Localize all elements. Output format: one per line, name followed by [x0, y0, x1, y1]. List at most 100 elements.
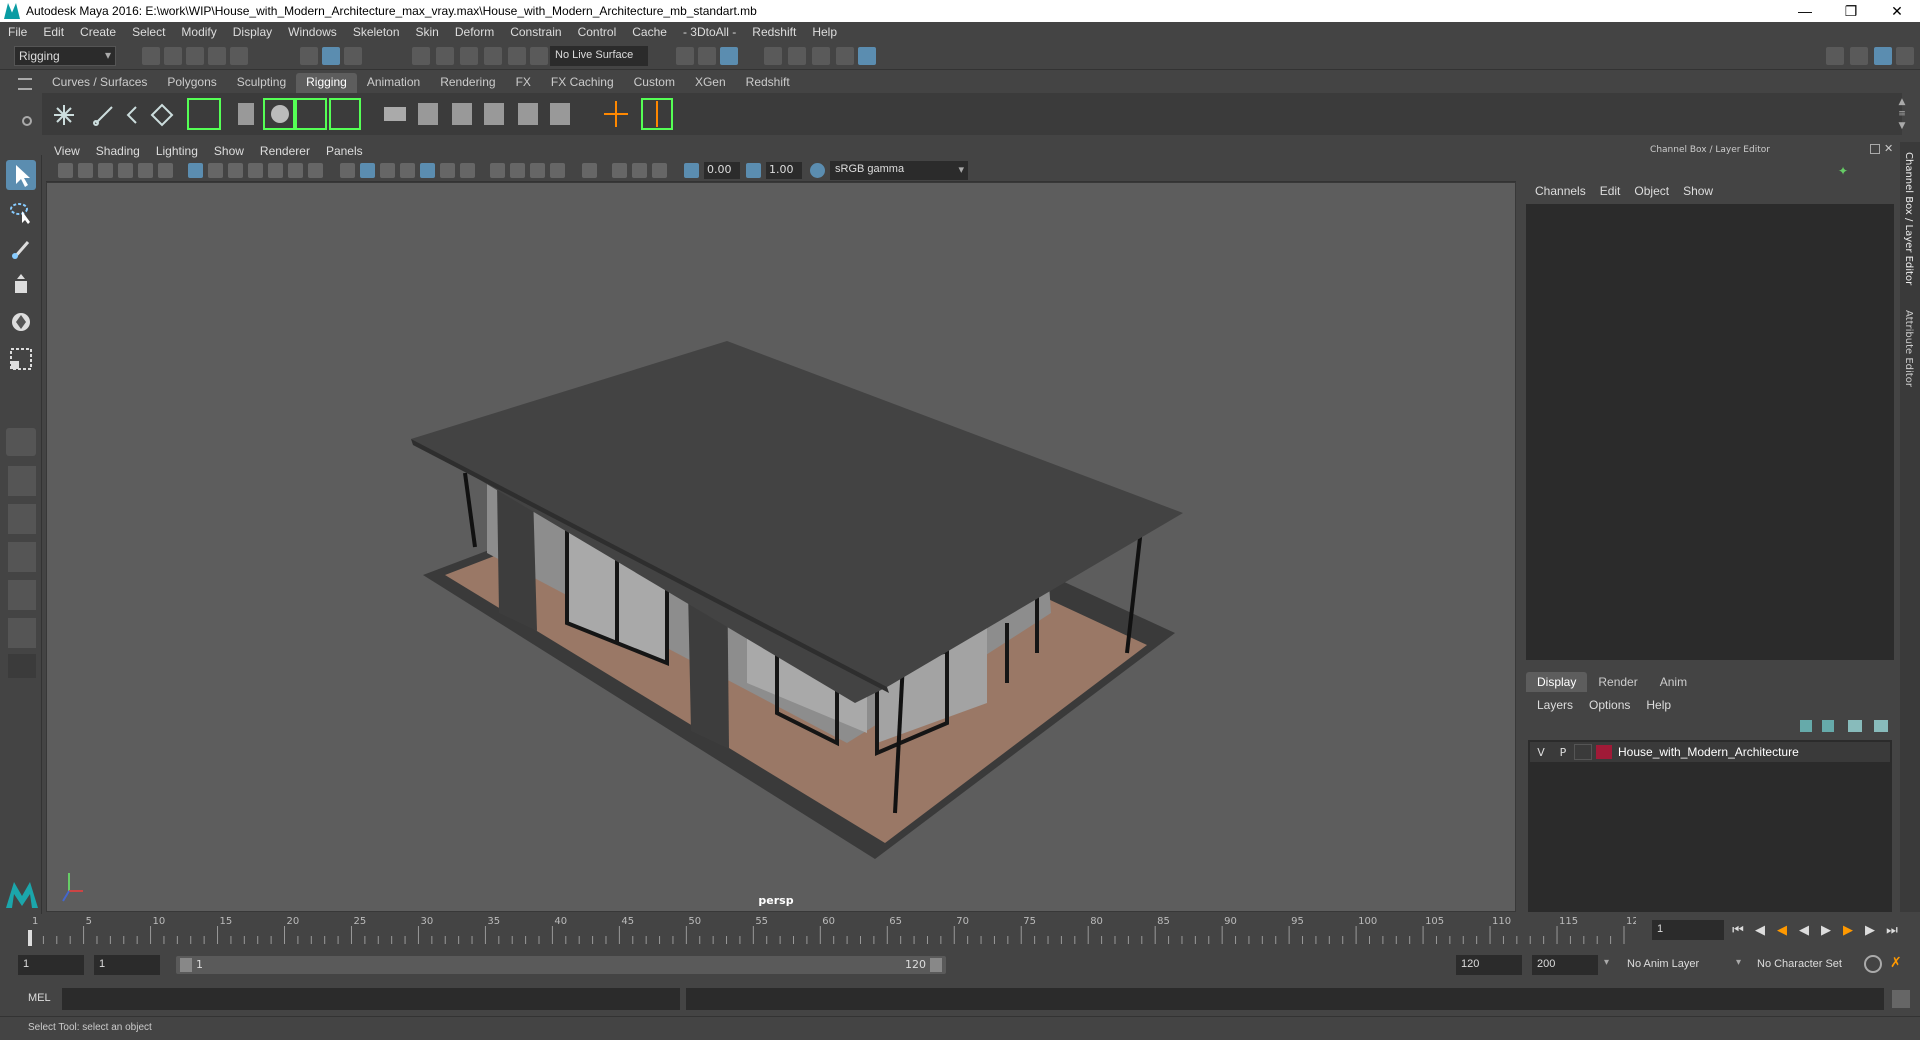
panel-menu-show[interactable]: Show	[206, 144, 252, 158]
isolate-select-icon[interactable]	[582, 163, 597, 178]
snap-curve-icon[interactable]	[436, 47, 454, 65]
workspace-channel-box-icon[interactable]	[1874, 47, 1892, 65]
step-forward-key-button[interactable]: ▶	[1862, 923, 1878, 939]
shelf-tab-rigging[interactable]: Rigging	[296, 73, 357, 93]
range-end-handle[interactable]	[930, 958, 942, 972]
chevron-down-icon[interactable]: ▾	[1736, 957, 1741, 968]
playback-start-field[interactable]: 1	[94, 955, 160, 975]
go-to-end-button[interactable]: ⏭	[1884, 923, 1900, 939]
playback-end-field[interactable]: 120	[1456, 955, 1522, 975]
perspective-viewport[interactable]	[46, 182, 1516, 912]
menu-windows[interactable]: Windows	[280, 25, 345, 39]
panel-menu-shading[interactable]: Shading	[88, 144, 148, 158]
open-scene-icon[interactable]	[164, 47, 182, 65]
shelf-tab-custom[interactable]: Custom	[624, 73, 685, 93]
snap-point-icon[interactable]	[460, 47, 478, 65]
select-hierarchy-icon[interactable]	[300, 47, 318, 65]
layer-tab-anim[interactable]: Anim	[1649, 672, 1698, 692]
new-layer-icon[interactable]	[1848, 720, 1862, 732]
redo-icon[interactable]	[230, 47, 248, 65]
depth-of-field-icon[interactable]	[550, 163, 565, 178]
view-transform-dropdown[interactable]: sRGB gamma ▾	[830, 161, 968, 180]
xray-joints-icon[interactable]	[632, 163, 647, 178]
safe-title-icon[interactable]	[308, 163, 323, 178]
chevron-down-icon[interactable]: ▾	[1604, 957, 1609, 968]
close-button[interactable]: ✕	[1874, 0, 1920, 22]
channel-show-menu[interactable]: Show	[1678, 184, 1722, 198]
resolution-gate-icon[interactable]	[228, 163, 243, 178]
shelf-tab-curves-surfaces[interactable]: Curves / Surfaces	[42, 73, 157, 93]
two-d-pan-icon[interactable]	[138, 163, 153, 178]
render-view-icon[interactable]	[836, 47, 854, 65]
command-input[interactable]	[62, 988, 680, 1010]
restore-button[interactable]: ❐	[1828, 0, 1874, 22]
layout-more-icon[interactable]	[8, 654, 36, 678]
side-tab-channel-box[interactable]: Channel Box / Layer Editor	[1903, 152, 1914, 285]
save-scene-icon[interactable]	[186, 47, 204, 65]
snap-grid-icon[interactable]	[412, 47, 430, 65]
last-tool-icon[interactable]	[6, 428, 36, 456]
workspace-modeling-icon[interactable]	[1826, 47, 1844, 65]
current-frame-field[interactable]: 1	[1652, 920, 1724, 940]
move-layer-down-icon[interactable]	[1822, 720, 1834, 732]
color-management-icon[interactable]	[810, 163, 825, 178]
layout-four-view-icon[interactable]	[8, 466, 36, 496]
render-frame-icon[interactable]	[788, 47, 806, 65]
select-camera-icon[interactable]	[58, 163, 73, 178]
lasso-tool-icon[interactable]	[6, 197, 36, 227]
field-chart-icon[interactable]	[268, 163, 283, 178]
shelf-tab-fx[interactable]: FX	[506, 73, 541, 93]
new-scene-icon[interactable]	[142, 47, 160, 65]
menu-select[interactable]: Select	[124, 25, 173, 39]
exposure-field[interactable]: 0.00	[704, 162, 740, 179]
use-all-lights-icon[interactable]	[440, 163, 455, 178]
snap-surface-icon[interactable]	[508, 47, 526, 65]
channel-edit-menu[interactable]: Edit	[1595, 184, 1630, 198]
play-backward-button[interactable]: ◀	[1796, 923, 1812, 939]
layer-tab-display[interactable]: Display	[1526, 672, 1588, 692]
bookmark-icon[interactable]	[98, 163, 113, 178]
output-ops-icon[interactable]	[698, 47, 716, 65]
default-material-icon[interactable]	[380, 163, 395, 178]
move-tool-icon[interactable]	[6, 271, 36, 301]
shelf-tab-redshift[interactable]: Redshift	[736, 73, 800, 93]
workspace-layout-icon[interactable]	[1850, 47, 1868, 65]
minimize-button[interactable]: —	[1782, 0, 1828, 22]
xray-icon[interactable]	[612, 163, 627, 178]
new-layer-selected-icon[interactable]	[1874, 720, 1888, 732]
rotate-tool-icon[interactable]	[6, 307, 36, 337]
menu-constrain[interactable]: Constrain	[502, 25, 569, 39]
channel-box-area[interactable]	[1526, 204, 1894, 660]
layer-help-menu[interactable]: Help	[1639, 698, 1680, 712]
layout-persp-graph-icon[interactable]	[8, 580, 36, 610]
input-ops-icon[interactable]	[676, 47, 694, 65]
menu-display[interactable]: Display	[225, 25, 280, 39]
animation-end-field[interactable]: 200	[1532, 955, 1598, 975]
anti-aliasing-icon[interactable]	[530, 163, 545, 178]
layer-display-type-toggle[interactable]	[1574, 744, 1592, 760]
shadows-icon[interactable]	[460, 163, 475, 178]
grid-icon[interactable]	[188, 163, 203, 178]
live-surface-field[interactable]: No Live Surface	[550, 46, 648, 66]
layout-two-view-icon[interactable]	[8, 504, 36, 534]
anim-layer-dropdown[interactable]: No Anim Layer	[1622, 955, 1738, 975]
float-panel-icon[interactable]	[1870, 144, 1880, 154]
menu-skeleton[interactable]: Skeleton	[345, 25, 408, 39]
menu-cache[interactable]: Cache	[624, 25, 675, 39]
layout-hypershade-icon[interactable]	[8, 618, 36, 648]
shelf-tab-sculpting[interactable]: Sculpting	[227, 73, 296, 93]
xray-active-icon[interactable]	[652, 163, 667, 178]
gamma-icon[interactable]	[746, 163, 761, 178]
close-panel-icon[interactable]: ✕	[1884, 142, 1893, 155]
auto-key-icon[interactable]	[1864, 955, 1882, 973]
animation-preferences-icon[interactable]: ✗	[1890, 955, 1908, 973]
shelf-settings-icon[interactable]	[22, 116, 32, 126]
shelf-tab-animation[interactable]: Animation	[357, 73, 430, 93]
select-tool-icon[interactable]	[6, 160, 36, 190]
film-gate-icon[interactable]	[208, 163, 223, 178]
construction-history-icon[interactable]	[720, 47, 738, 65]
panel-menu-lighting[interactable]: Lighting	[148, 144, 206, 158]
menu-file[interactable]: File	[0, 25, 35, 39]
scale-tool-icon[interactable]	[6, 344, 36, 374]
layer-options-menu[interactable]: Options	[1582, 698, 1639, 712]
